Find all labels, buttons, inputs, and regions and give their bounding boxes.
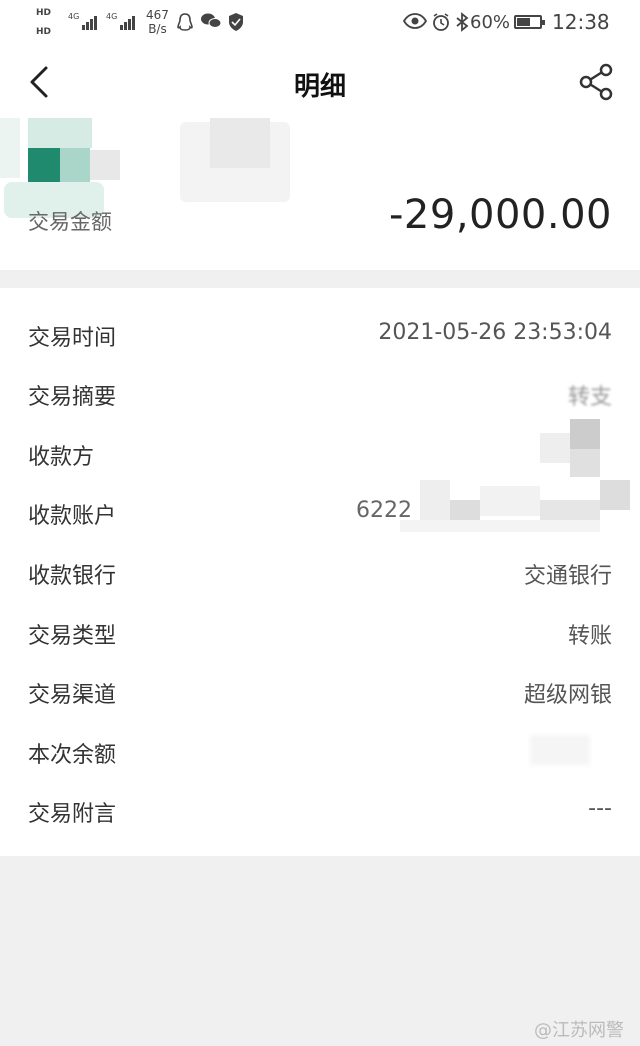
redacted-account [400,480,640,542]
detail-value: 2021-05-26 23:53:04 [378,320,612,345]
detail-label: 收款账户 [28,504,117,529]
detail-label: 交易类型 [28,624,117,649]
bluetooth-icon [455,12,469,37]
alarm-icon [431,12,451,37]
amount-label: 交易金额 [28,210,112,234]
detail-value: 转账 [567,624,612,649]
detail-row-time: 交易时间 2021-05-26 23:53:04 [0,314,640,354]
share-button[interactable] [574,62,618,102]
shield-icon [227,12,245,37]
detail-row-balance: 本次余额 [0,731,640,771]
network-type-label: 4G [106,12,118,21]
hd-indicator: HD [36,27,52,37]
detail-row-payee: 收款方 [0,419,640,477]
detail-row-channel: 交易渠道 超级网银 [0,671,640,711]
detail-row-account: 收款账户 6222 [0,480,640,532]
status-bar: HD HD 4G 4G 467 B/s 60% 12:38 [0,0,640,48]
detail-card: 交易时间 2021-05-26 23:53:04 交易摘要 转支 收款方 收款账… [0,288,640,856]
detail-value: 超级网银 [523,683,612,708]
clock: 12:38 [552,10,610,34]
redacted-payee [540,419,640,485]
detail-label: 交易附言 [28,802,117,827]
detail-label: 交易渠道 [28,683,117,708]
qq-icon [176,12,194,37]
net-speed: 467 B/s [146,8,169,36]
hd-indicator: HD [36,8,52,18]
summary-card: 交易金额 -29,000.00 [0,118,640,270]
detail-label: 收款银行 [28,564,117,589]
net-speed-value: 467 [146,8,169,22]
detail-label: 收款方 [28,445,95,470]
page-title: 明细 [293,72,346,102]
detail-row-memo: 交易附言 --- [0,790,640,830]
battery-percent: 60% [470,12,511,33]
detail-value: --- [588,796,612,821]
detail-label: 交易摘要 [28,385,117,410]
signal-icon [120,14,135,30]
detail-label: 本次余额 [28,743,117,768]
detail-value: 交通银行 [523,564,612,589]
signal-icon [82,14,97,30]
eye-icon [402,12,428,35]
wechat-icon [200,12,222,35]
redacted-balance [530,735,590,765]
detail-row-bank: 收款银行 交通银行 [0,552,640,592]
share-icon [579,63,613,101]
detail-row-type: 交易类型 转账 [0,612,640,652]
network-type-label: 4G [68,12,80,21]
detail-value: 转支 [567,385,612,410]
detail-row-summary: 交易摘要 转支 [0,373,640,413]
nav-bar: 明细 [0,48,640,118]
net-speed-unit: B/s [148,22,167,36]
detail-label: 交易时间 [28,326,117,351]
battery-icon [514,15,545,29]
transaction-amount: -29,000.00 [388,192,612,238]
watermark: @江苏网警 [534,1020,624,1041]
